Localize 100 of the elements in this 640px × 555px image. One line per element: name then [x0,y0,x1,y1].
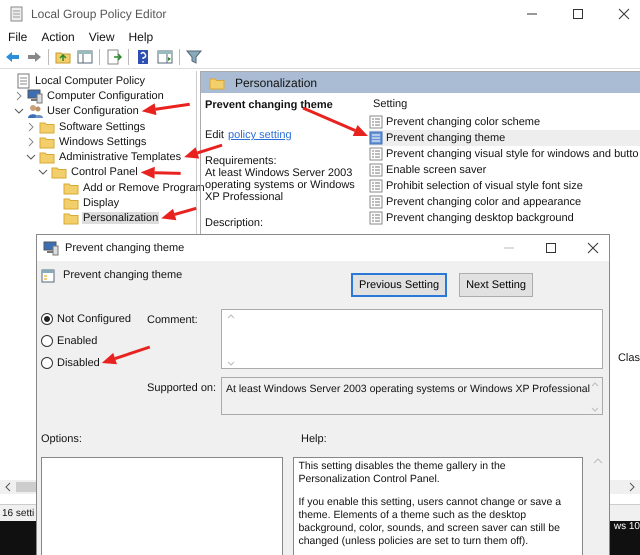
setting-row[interactable]: Prohibit selection of visual style font size [369,178,640,194]
folder-icon [63,180,79,195]
comment-field[interactable] [221,309,603,369]
close-icon[interactable] [618,8,630,20]
setting-row[interactable]: Prevent changing desktop background [369,210,640,226]
chevron-right-icon[interactable] [26,122,36,132]
selected-setting-icon [369,131,383,145]
back-arrow-icon[interactable] [4,49,20,65]
tree-item[interactable]: Display [82,197,120,210]
export-icon[interactable] [106,49,122,65]
scrollbar-icon [226,312,236,368]
help-icon[interactable] [135,49,151,65]
menu-item[interactable]: View [88,30,114,44]
radio-option[interactable]: Not Configured [41,313,147,325]
menu-item[interactable]: Action [41,30,75,44]
column-header: Setting [372,98,408,112]
tree-item[interactable]: Computer Configuration [46,90,165,102]
window-title: Local Group Policy Editor [31,7,168,21]
tree-item[interactable]: Add or Remove Program [82,182,206,194]
dialog-title: Prevent changing theme [65,242,186,254]
pane-title: Personalization [235,76,318,90]
status-text: 16 setti [2,508,34,518]
scroll-left-icon[interactable] [4,482,12,492]
app-icon [8,6,24,22]
chevron-down-icon[interactable] [14,106,24,116]
folder-icon [39,120,55,134]
help-paragraph: This setting disables the theme gallery in the Personalization Control Panel. [298,460,507,486]
annotation-arrow [140,166,181,179]
radio-button[interactable] [41,313,53,325]
annotation-arrow [102,346,150,364]
radio-option[interactable]: Enabled [41,335,147,347]
chevron-down-icon[interactable] [26,152,36,162]
maximize-icon[interactable] [545,242,557,254]
computer-icon [43,240,59,256]
folder-icon [39,134,55,149]
policy-setting-link[interactable]: policy setting [228,129,292,141]
taskbar-text: ws 10 [614,521,640,532]
chevron-right-icon[interactable] [26,136,36,147]
tree-item[interactable]: Personalization [82,212,160,224]
setting-icon [369,179,383,193]
radio-option[interactable]: Disabled [41,357,147,369]
radio-button[interactable] [41,357,53,369]
maximize-icon[interactable] [572,8,584,20]
policy-icon [41,269,55,283]
filter-icon[interactable] [186,49,202,65]
policy-heading: Prevent changing theme [63,269,182,283]
annotation-arrow [142,102,190,116]
setting-row[interactable]: Prevent changing visual style for windows and butto [369,146,640,162]
setting-button[interactable]: Previous Setting [351,273,448,297]
document-icon [15,72,31,89]
edit-label: Edit [205,129,224,141]
radio-label[interactable]: Disabled [57,357,100,369]
pane-icon[interactable] [77,49,93,65]
setting-row[interactable]: Prevent changing color and appearance [369,194,640,210]
folder-icon [39,150,55,164]
help-label: Help: [301,433,327,447]
tree-item[interactable]: Local Computer Policy [34,74,146,87]
close-icon[interactable] [587,242,599,254]
annotation-arrow [161,206,197,220]
comment-label: Comment: [147,313,199,328]
tree-item[interactable]: Control Panel [70,166,139,178]
options-label: Options: [41,433,83,447]
setting-icon [369,147,383,161]
view-icon[interactable] [157,49,173,65]
setting-row[interactable]: Prevent changing color scheme [369,114,640,130]
radio-label[interactable]: Not Configured [57,313,131,325]
setting-icon [369,163,383,177]
radio-label[interactable]: Enabled [57,335,98,347]
users-icon [27,103,43,120]
column-text: Clas [618,352,640,364]
folder-icon [63,196,79,210]
tree-item[interactable]: Software Settings [58,120,146,133]
setting-row[interactable]: Prevent changing theme [369,130,640,146]
supported-text: At least Windows Server 2003 operating systems or Windows XP Professional [226,382,590,397]
tree-item[interactable]: Windows Settings [58,136,148,148]
setting-button[interactable]: Next Setting [459,273,534,297]
folder-icon [209,76,225,90]
setting-icon [369,195,383,209]
setting-icon [369,211,383,225]
radio-button[interactable] [41,335,53,347]
tree-item[interactable]: User Configuration [46,105,140,118]
chevron-right-icon[interactable] [14,90,24,101]
policy-title: Prevent changing theme [205,99,334,111]
scroll-right-icon[interactable] [628,482,636,492]
forward-arrow-icon[interactable] [26,49,42,65]
requirements-text: At least Windows Server 2003 operating systems or Windows XP Professional [205,167,356,203]
help-paragraph: If you enable this setting, users cannot change or save a theme. Elements of a theme such as the desktop background, color, sounds, and screen saver can still be changed (unless policies are set to turn them off). [298,496,562,548]
menu-item[interactable]: Help [128,30,154,44]
chevron-down-icon[interactable] [38,167,48,178]
description-label: Description: [205,217,264,229]
folder-icon [51,165,67,180]
folder-icon [63,211,79,226]
requirements-label: Requirements: [205,155,278,167]
setting-icon [369,115,383,129]
annotation-arrow [302,106,368,136]
setting-row[interactable]: Enable screen saver [369,162,640,178]
scrollbar-icon [590,380,600,414]
supported-label: Supported on: [147,381,218,396]
menu-item[interactable]: File [8,30,28,44]
tree-item[interactable]: Administrative Templates [58,151,182,164]
